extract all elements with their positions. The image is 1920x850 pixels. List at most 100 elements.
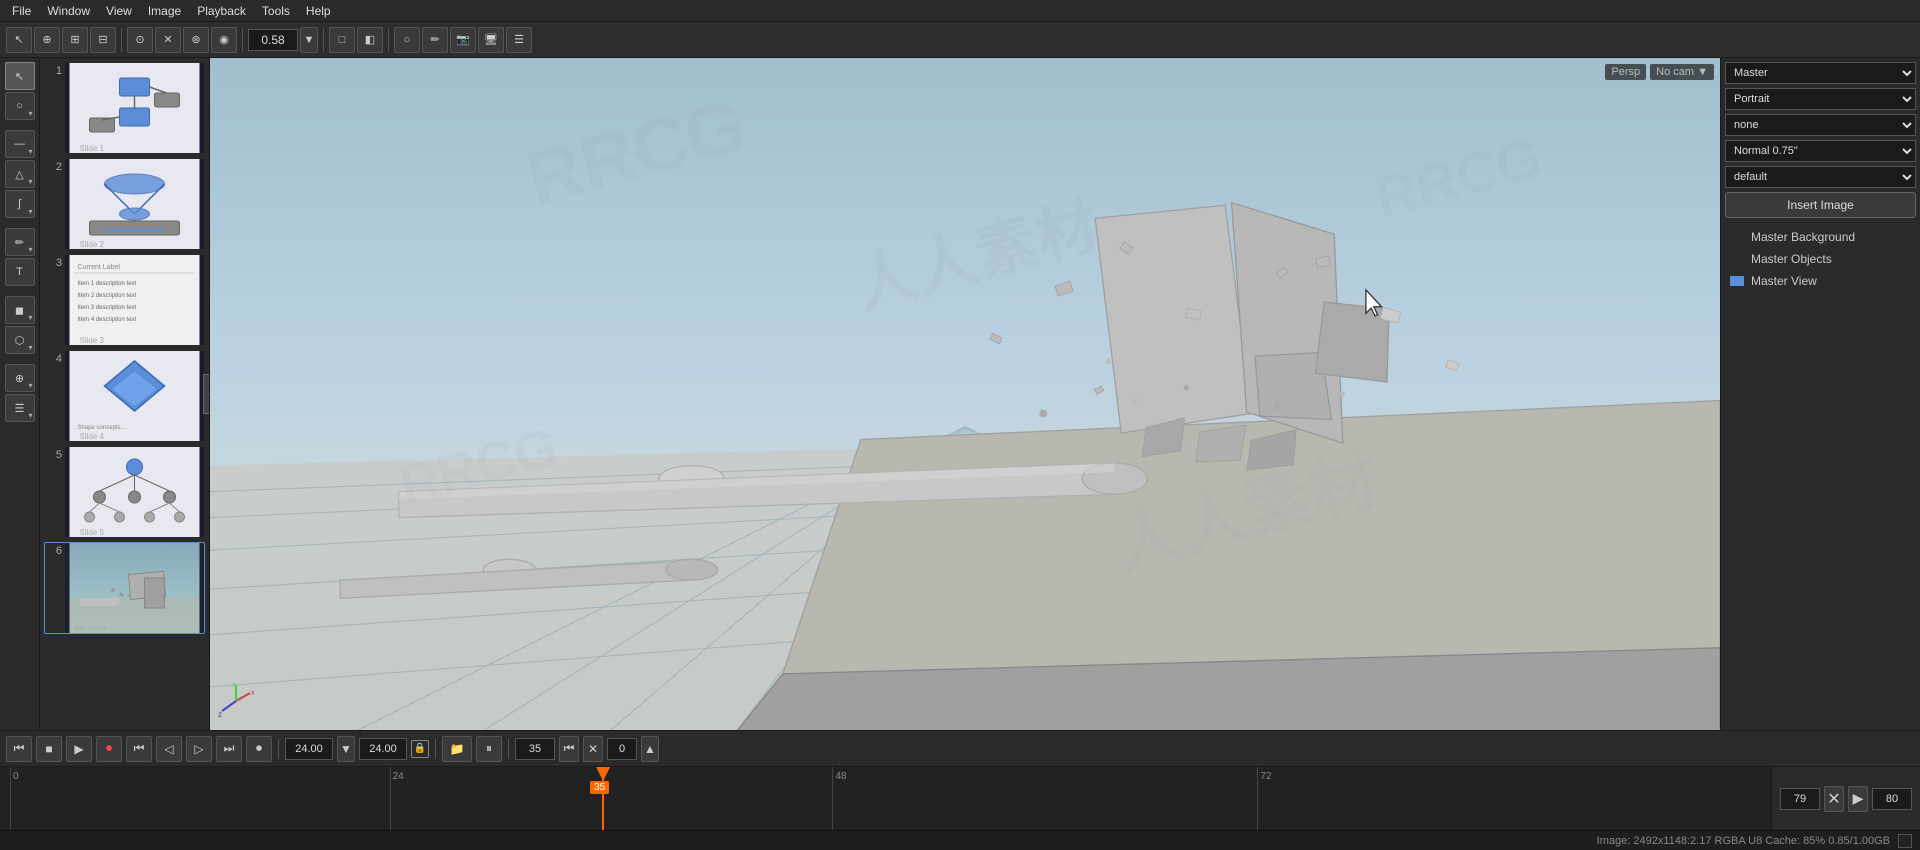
right-frame-input[interactable]	[1780, 788, 1820, 810]
curve-tool-btn[interactable]: ∫▾	[5, 190, 35, 218]
play-fwd-btn[interactable]: ▷	[186, 736, 212, 762]
select-tool-btn[interactable]: ↖	[6, 27, 32, 53]
tool-paint-btn[interactable]: ✏	[422, 27, 448, 53]
timeline-track[interactable]: 0 24 48 72 35 ✕ ▶	[0, 767, 1920, 830]
menu-image[interactable]: Image	[140, 2, 189, 20]
pencil-tool-btn[interactable]: ✏▾	[5, 228, 35, 256]
slide-thumb-6[interactable]: Sim Scene	[65, 543, 204, 633]
right-expand-btn[interactable]: ✕	[1824, 786, 1844, 812]
step-back-btn[interactable]: ⏮	[126, 736, 152, 762]
lock-icon[interactable]: 🔒	[411, 740, 429, 758]
slide-item-6[interactable]: 6	[44, 542, 205, 634]
rewind-btn[interactable]: ⏮	[6, 736, 32, 762]
slide-item-4[interactable]: 4 Slide 4 Shape concepts...	[44, 350, 205, 442]
frame-clear-btn[interactable]: ✕	[583, 736, 603, 762]
menu-window[interactable]: Window	[39, 2, 98, 20]
camera-tool-btn[interactable]: ◉	[211, 27, 237, 53]
svg-text:Shape concepts...: Shape concepts...	[78, 425, 126, 431]
timeline-ruler[interactable]: 0 24 48 72 35	[0, 767, 1771, 830]
tool-monitor-btn[interactable]: 🖥	[478, 27, 504, 53]
canvas-area: RRCG 人人素材 RRCG 人人素材 RRCG Persp No cam ▼ …	[210, 58, 1720, 730]
status-color-box	[1898, 834, 1912, 848]
svg-text:Slide 4: Slide 4	[80, 432, 105, 441]
zoom-tool-btn[interactable]: ⊕▾	[5, 364, 35, 392]
none-dropdown[interactable]: none	[1725, 114, 1916, 136]
slide-thumb-3[interactable]: Current Label Item 1 description text It…	[65, 255, 204, 345]
handle-tool-btn[interactable]: ⊞	[62, 27, 88, 53]
tick-72: 72	[1257, 767, 1271, 830]
magnet-tool-btn[interactable]: ✕	[155, 27, 181, 53]
text-tool-btn[interactable]: T	[5, 258, 35, 286]
playhead[interactable]: 35	[602, 767, 604, 830]
fill-tool-btn[interactable]: ◼▾	[5, 296, 35, 324]
slide-item-5[interactable]: 5	[44, 446, 205, 538]
svg-text:Item 3 description text: Item 3 description text	[78, 305, 137, 311]
tool-circle-btn[interactable]: ○	[394, 27, 420, 53]
slide-thumb-4[interactable]: Slide 4 Shape concepts...	[65, 351, 204, 441]
master-objects-item[interactable]: Master Objects	[1725, 248, 1916, 270]
normal-dropdown[interactable]: Normal 0.75"	[1725, 140, 1916, 162]
menu-playback[interactable]: Playback	[189, 2, 254, 20]
frame-nav-start[interactable]: ⏮	[559, 736, 579, 762]
slide-thumb-2[interactable]: Slide 2	[65, 159, 204, 249]
master-dropdown[interactable]: Master	[1725, 62, 1916, 84]
snap-tool-btn[interactable]: ⊙	[127, 27, 153, 53]
sep-3	[323, 28, 324, 52]
slide-item-2[interactable]: 2 Slide 2	[44, 158, 205, 250]
current-frame-input[interactable]	[515, 738, 555, 760]
record-btn[interactable]: ⏺	[96, 736, 122, 762]
master-background-item[interactable]: Master Background	[1725, 226, 1916, 248]
svg-text:Slide 1: Slide 1	[80, 144, 105, 153]
tool-camera-btn[interactable]: 📷	[450, 27, 476, 53]
viewport[interactable]: RRCG 人人素材 RRCG 人人素材 RRCG Persp No cam ▼ …	[210, 58, 1720, 730]
start-frame-dropdown[interactable]: ▼	[337, 736, 355, 762]
status-bar: Image: 2492x1148:2.17 RGBA U8 Cache: 85%…	[0, 830, 1920, 850]
menu-file[interactable]: File	[4, 2, 39, 20]
shape-tool-btn[interactable]: △▾	[5, 160, 35, 188]
menu-tools[interactable]: Tools	[254, 2, 298, 20]
pause-btn[interactable]: ⏸	[476, 736, 502, 762]
folder-btn[interactable]: 📁	[442, 736, 472, 762]
portrait-dropdown[interactable]: Portrait	[1725, 88, 1916, 110]
zoom-dropdown-btn[interactable]: ▼	[300, 27, 318, 53]
end-value-input[interactable]	[1872, 788, 1912, 810]
menu-view[interactable]: View	[98, 2, 140, 20]
master-view-item[interactable]: Master View	[1725, 270, 1916, 292]
slide-item-3[interactable]: 3 Current Label Item 1 description text …	[44, 254, 205, 346]
view-3d-btn[interactable]: ◧	[357, 27, 383, 53]
step-fwd-btn[interactable]: ⏭	[216, 736, 242, 762]
menu-help[interactable]: Help	[298, 2, 339, 20]
frame-zero-input[interactable]	[607, 738, 637, 760]
play-btn[interactable]: ▶	[66, 736, 92, 762]
pivot-tool-btn[interactable]: ⊟	[90, 27, 116, 53]
no-cam-label[interactable]: No cam ▼	[1650, 64, 1714, 80]
tool-extra-btn[interactable]: ☰	[506, 27, 532, 53]
panel-collapse-btn[interactable]: ◂	[203, 374, 210, 414]
frame-zero-dropdown[interactable]: ▲	[641, 736, 659, 762]
transform-tool-btn[interactable]: ⊕	[34, 27, 60, 53]
svg-text:Item 4 description text: Item 4 description text	[78, 317, 137, 323]
zoom-input[interactable]	[248, 29, 298, 51]
slide-thumb-5[interactable]: Slide 5	[65, 447, 204, 537]
end-frame-input[interactable]	[359, 738, 407, 760]
stop-btn[interactable]: ■	[36, 736, 62, 762]
sep-1	[121, 28, 122, 52]
node-tool-btn[interactable]: ○▾	[5, 92, 35, 120]
insert-image-button[interactable]: Insert Image	[1725, 192, 1916, 218]
right-nav-btn[interactable]: ▶	[1848, 786, 1868, 812]
play-back-btn[interactable]: ◁	[156, 736, 182, 762]
start-frame-input[interactable]	[285, 738, 333, 760]
snap-btn[interactable]: ⏺	[246, 736, 272, 762]
line-tool-btn[interactable]: —▾	[5, 130, 35, 158]
svg-text:Sim Scene: Sim Scene	[74, 626, 108, 633]
pointer-tool-btn[interactable]: ↖	[5, 62, 35, 90]
view-2d-btn[interactable]: □	[329, 27, 355, 53]
measure-tool-btn[interactable]: ⊛	[183, 27, 209, 53]
slide-thumb-1[interactable]: Slide 1	[65, 63, 204, 153]
slide-num-5: 5	[45, 447, 65, 537]
pan-tool-btn[interactable]: ☰▾	[5, 394, 35, 422]
default-dropdown[interactable]: default	[1725, 166, 1916, 188]
timeline-area: ⏮ ■ ▶ ⏺ ⏮ ◁ ▷ ⏭ ⏺ ▼ 🔒 📁 ⏸ ⏮ ✕ ▲ 0 24 48 …	[0, 730, 1920, 830]
gradient-tool-btn[interactable]: ⬡▾	[5, 326, 35, 354]
slide-item-1[interactable]: 1 Slide 1	[44, 62, 205, 154]
